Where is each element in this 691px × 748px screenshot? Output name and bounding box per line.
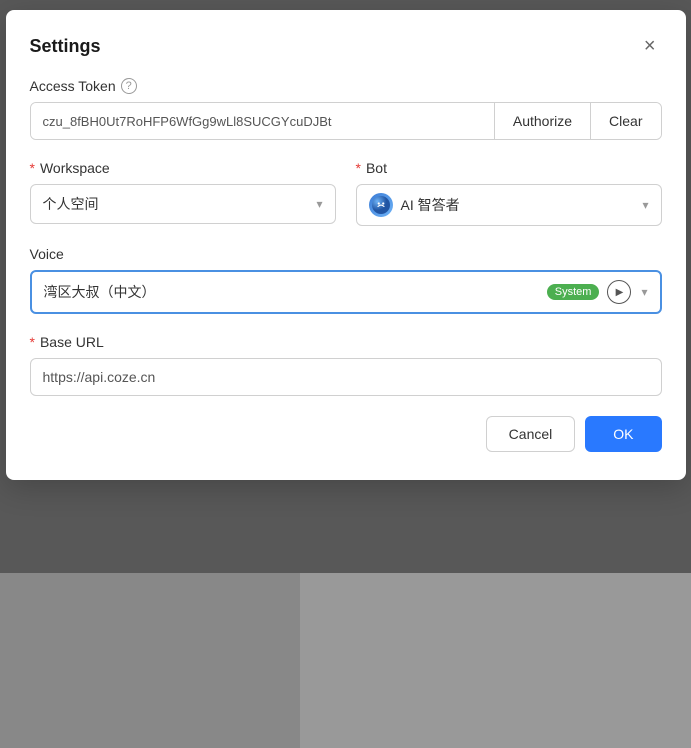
dialog-footer: Cancel OK xyxy=(30,416,662,452)
workspace-chevron-icon: ▾ xyxy=(316,197,322,211)
ok-button[interactable]: OK xyxy=(585,416,661,452)
dialog-title: Settings xyxy=(30,36,101,57)
system-badge: System xyxy=(547,284,600,300)
play-button[interactable]: ▶ xyxy=(607,280,631,304)
base-url-label: * Base URL xyxy=(30,334,662,350)
access-token-label: Access Token ? xyxy=(30,78,662,94)
background-panel xyxy=(0,573,691,748)
token-row: Authorize Clear xyxy=(30,102,662,140)
bot-chevron-icon: ▾ xyxy=(642,198,648,212)
workspace-label: * Workspace xyxy=(30,160,336,176)
base-url-field: * Base URL xyxy=(30,334,662,396)
bot-avatar xyxy=(369,193,393,217)
bot-field: * Bot xyxy=(356,160,662,226)
authorize-button[interactable]: Authorize xyxy=(495,103,590,139)
voice-select[interactable]: 湾区大叔（中文） System ▶ ▾ xyxy=(30,270,662,314)
cancel-button[interactable]: Cancel xyxy=(486,416,576,452)
workspace-value: 个人空间 xyxy=(43,194,317,214)
workspace-select[interactable]: 个人空间 ▾ xyxy=(30,184,336,224)
bot-label: * Bot xyxy=(356,160,662,176)
clear-button[interactable]: Clear xyxy=(590,103,660,139)
base-url-input[interactable] xyxy=(30,358,662,396)
voice-field: Voice 湾区大叔（中文） System ▶ ▾ xyxy=(30,246,662,314)
voice-value: 湾区大叔（中文） xyxy=(44,282,539,302)
voice-chevron-icon: ▾ xyxy=(641,285,647,299)
voice-label: Voice xyxy=(30,246,662,262)
settings-dialog: Settings × Access Token ? Authorize Clea… xyxy=(6,10,686,480)
token-input[interactable] xyxy=(31,103,494,139)
workspace-field: * Workspace 个人空间 ▾ xyxy=(30,160,336,226)
bg-right xyxy=(302,573,691,748)
access-token-field: Access Token ? Authorize Clear xyxy=(30,78,662,160)
workspace-bot-row: * Workspace 个人空间 ▾ * Bot xyxy=(30,160,662,226)
close-button[interactable]: × xyxy=(638,34,662,58)
bot-select[interactable]: AI 智答者 ▾ xyxy=(356,184,662,226)
bot-value: AI 智答者 xyxy=(401,195,643,215)
dialog-header: Settings × xyxy=(30,34,662,58)
bg-left xyxy=(0,573,300,748)
help-icon[interactable]: ? xyxy=(121,78,137,94)
